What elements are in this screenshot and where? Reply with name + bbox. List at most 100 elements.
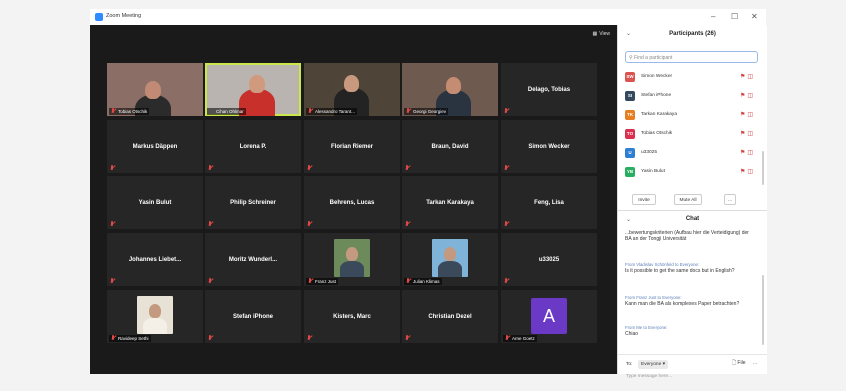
participant-tile[interactable]: Braun, David xyxy=(402,120,498,173)
participant-list-name: Stefan iPhone xyxy=(641,93,672,98)
participant-name: Stefan iPhone xyxy=(232,313,273,320)
invite-button[interactable]: Invite xyxy=(632,194,656,205)
muted-mic-icon xyxy=(111,335,116,341)
chat-message: From Franz Just to Everyone: Kann man die… xyxy=(625,295,753,307)
participant-tile[interactable]: Delago, Tobias xyxy=(501,63,597,116)
profile-picture xyxy=(137,296,173,334)
participant-name: Markus Däppen xyxy=(132,143,178,150)
view-button[interactable]: ▦ View xyxy=(593,31,612,37)
chat-message: From Vladislav Schönfeld to Everyone: Is … xyxy=(625,262,753,274)
video-feed-head xyxy=(249,75,265,93)
muted-mic-icon xyxy=(504,221,509,227)
participant-tile[interactable]: Florian Riemer xyxy=(304,120,400,173)
muted-mic-and-video-off-icon: ⚑◫ xyxy=(739,93,755,99)
participant-name: Tarkan Karakaya xyxy=(426,199,474,206)
chat-message-text: Is it possible to get the same docs but … xyxy=(625,268,735,275)
chat-message-input[interactable]: Type message here... xyxy=(626,374,672,379)
muted-mic-icon xyxy=(405,221,410,227)
close-button[interactable]: ✕ xyxy=(751,12,758,21)
muted-mic-icon xyxy=(307,221,312,227)
chat-header: ⌄ Chat xyxy=(618,212,767,226)
participant-tile[interactable]: Markus Däppen xyxy=(107,120,203,173)
participant-list-item[interactable]: Uu33025 ⚑◫ xyxy=(625,145,755,163)
video-feed-head xyxy=(446,77,461,94)
muted-mic-icon xyxy=(208,221,213,227)
participant-name: Lorena P. xyxy=(239,143,267,150)
participant-name: Kisters, Marc xyxy=(333,313,371,320)
participant-tile[interactable]: Feng, Lisa xyxy=(501,176,597,229)
participant-name: Christian Dezel xyxy=(428,313,472,320)
participant-name: u33025 xyxy=(538,256,560,263)
profile-picture-head xyxy=(444,247,456,261)
file-button[interactable]: 🗋 File xyxy=(732,360,745,368)
participant-list-item[interactable]: YB Yasin Bulut ⚑◫ xyxy=(625,164,755,182)
minimize-button[interactable]: – xyxy=(711,12,715,21)
profile-picture-body xyxy=(438,261,462,277)
participant-tile[interactable]: Tarkan Karakaya xyxy=(402,176,498,229)
muted-mic-icon xyxy=(406,278,411,284)
muted-mic-icon xyxy=(505,335,510,341)
participant-tile[interactable]: Julian Klimas xyxy=(402,233,498,286)
muted-mic-icon xyxy=(405,335,410,341)
participant-list-name: Simon Wecker xyxy=(641,74,673,79)
participant-tile[interactable]: Simon Wecker xyxy=(501,120,597,173)
participant-avatar: TK xyxy=(625,110,635,120)
profile-picture-body xyxy=(340,261,364,277)
profile-picture xyxy=(334,239,370,277)
participant-name: Braun, David xyxy=(431,143,469,150)
muted-mic-and-video-off-icon: ⚑◫ xyxy=(739,112,755,118)
participant-avatar: TO xyxy=(625,129,635,139)
zoom-app-icon xyxy=(95,13,103,21)
muted-mic-icon xyxy=(110,278,115,284)
participant-tile[interactable]: Ravideep Sethi xyxy=(107,290,203,343)
video-gallery: ▦ View Tobias Otschik Cihan Ohlmar Alessand… xyxy=(90,25,617,374)
mute-all-button[interactable]: Mute All xyxy=(674,194,702,205)
maximize-button[interactable]: ☐ xyxy=(731,12,738,21)
participant-name: Florian Riemer xyxy=(330,143,373,150)
participant-tile[interactable]: Franz Just xyxy=(304,233,400,286)
participant-tile[interactable]: Behrens, Lucas xyxy=(304,176,400,229)
participant-list-item[interactable]: TK Tarkan Karakaya ⚑◫ xyxy=(625,107,755,125)
participant-list-item[interactable]: TO Tobias Otschik ⚑◫ xyxy=(625,126,755,144)
muted-mic-icon xyxy=(504,108,509,114)
muted-mic-icon xyxy=(208,335,213,341)
muted-mic-and-video-off-icon: ⚑◫ xyxy=(739,131,755,137)
participant-tile[interactable]: A Arne Goetz xyxy=(501,290,597,343)
participant-tile[interactable]: Yasin Bulut xyxy=(107,176,203,229)
participant-list-item[interactable]: SI Stefan iPhone ⚑◫ xyxy=(625,88,755,106)
participant-search-input[interactable]: ⚲ Find a participant xyxy=(625,51,758,63)
to-label: To: xyxy=(626,362,633,367)
muted-mic-and-video-off-icon: ⚑◫ xyxy=(739,74,755,80)
participants-more-button[interactable]: ... xyxy=(724,194,736,205)
participant-list-name: u33025 xyxy=(641,150,658,155)
recipient-select[interactable]: Everyone ▾ xyxy=(638,360,669,369)
video-feed-head xyxy=(145,81,161,99)
participant-tile[interactable]: Kisters, Marc xyxy=(304,290,400,343)
participant-tile[interactable]: Johannes Liebet... xyxy=(107,233,203,286)
participant-name: Johannes Liebet... xyxy=(128,256,182,263)
participant-list-name: Tarkan Karakaya xyxy=(641,112,677,117)
participant-tile[interactable]: Tobias Otschik xyxy=(107,63,203,116)
chat-scrollbar[interactable] xyxy=(762,275,764,345)
participant-tile[interactable]: Lorena P. xyxy=(205,120,301,173)
chat-message-text: ...bewertungskriterien (Aufbau hier die … xyxy=(625,230,749,243)
chat-message: From Me to Everyone: Chiao xyxy=(625,325,753,337)
panel-divider xyxy=(618,210,767,211)
chat-more-button[interactable]: ... xyxy=(753,360,757,366)
video-feed-head xyxy=(344,75,359,92)
participant-list-item[interactable]: SW Simon Wecker ⚑◫ xyxy=(625,69,755,87)
participant-tile[interactable]: Moritz Wunderl... xyxy=(205,233,301,286)
participant-name-label: Cihan Ohlmar xyxy=(207,108,246,115)
muted-mic-icon xyxy=(504,165,509,171)
muted-mic-icon xyxy=(405,165,410,171)
participant-tile[interactable]: u33025 xyxy=(501,233,597,286)
participant-tile[interactable]: Christian Dezel xyxy=(402,290,498,343)
participant-tile[interactable]: Georgi Georgiev xyxy=(402,63,498,116)
participant-name: Delago, Tobias xyxy=(527,86,571,93)
participant-name-label: Alessandro Tarant... xyxy=(306,108,357,115)
participant-tile[interactable]: Cihan Ohlmar xyxy=(205,63,301,116)
participant-tile[interactable]: Philip Schreiner xyxy=(205,176,301,229)
participant-tile[interactable]: Stefan iPhone xyxy=(205,290,301,343)
participants-scrollbar[interactable] xyxy=(762,151,764,185)
participant-tile[interactable]: Alessandro Tarant... xyxy=(304,63,400,116)
